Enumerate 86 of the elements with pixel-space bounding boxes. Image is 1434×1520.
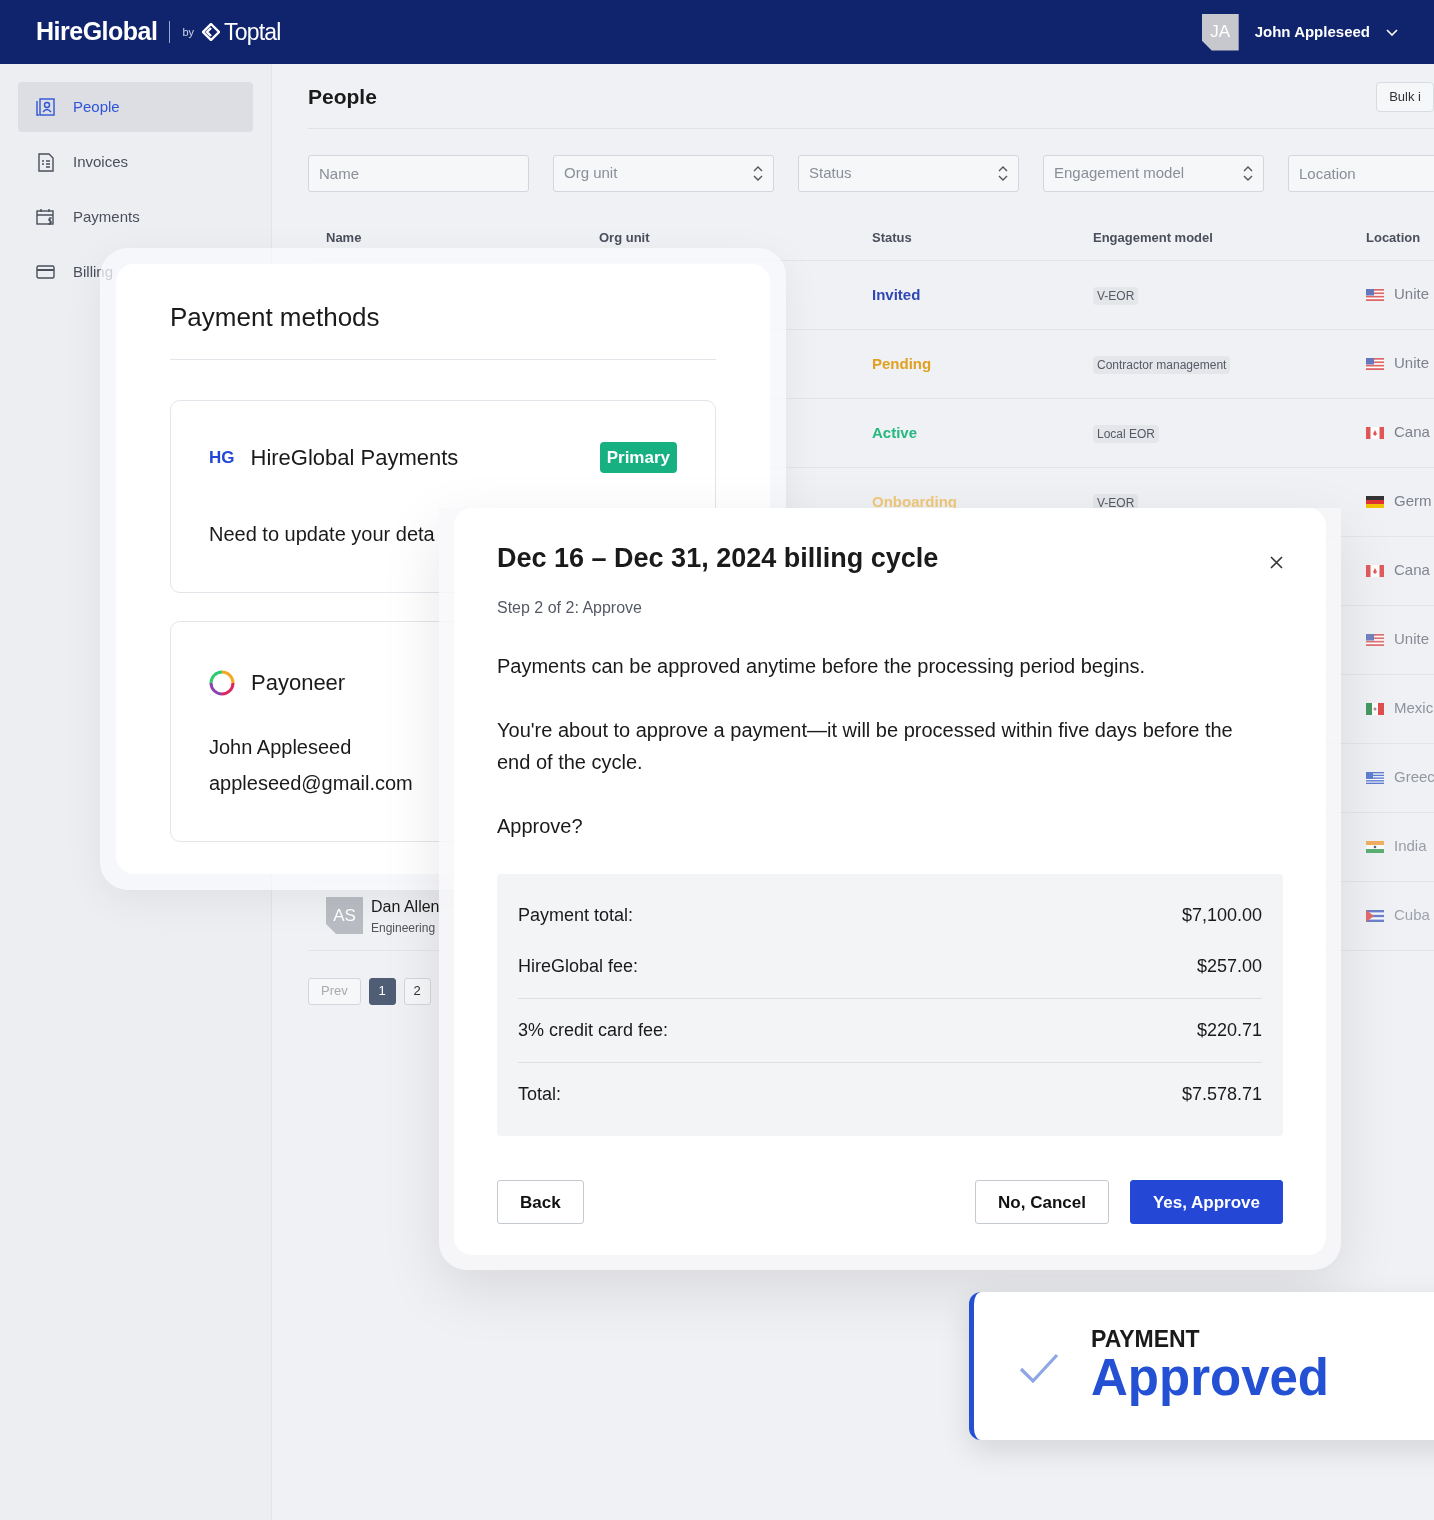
- column-header: Status: [872, 228, 913, 247]
- sidebar-item[interactable]: People: [18, 82, 253, 132]
- modal-text: Payments can be approved anytime before the processing period begins.: [497, 654, 1147, 680]
- calendar-dollar-icon: [36, 207, 55, 227]
- hireglobal-logo: HG: [209, 446, 235, 469]
- flag-icon: [1366, 357, 1384, 370]
- approve-button[interactable]: Yes, Approve: [1129, 1180, 1283, 1225]
- toptal-logo-icon: [202, 23, 221, 41]
- modal-text: You're about to approve a payment—it will be processed within five days before the end of the cycle.: [497, 718, 1234, 776]
- summary-label: Payment total:: [518, 904, 634, 928]
- location-text: Mexic: [1394, 698, 1434, 719]
- updown-chevron-icon: [998, 165, 1008, 181]
- status-text: Invited: [872, 285, 921, 303]
- method-detail: Need to update your deta: [209, 522, 435, 548]
- method-name: Payoneer: [251, 669, 346, 698]
- method-name: HireGlobal Payments: [250, 444, 459, 473]
- flag-icon: [1366, 495, 1384, 508]
- person-avatar: AS: [326, 897, 363, 934]
- location-text: Unite: [1394, 284, 1430, 305]
- location-text: India: [1394, 836, 1427, 857]
- page-button[interactable]: 1: [368, 977, 396, 1005]
- status-text: Active: [872, 423, 918, 441]
- sidebar-item[interactable]: Invoices: [18, 137, 147, 187]
- summary-label: 3% credit card fee:: [518, 1019, 669, 1043]
- engagement-tag: Local EOR: [1093, 424, 1160, 443]
- location-text: Germ: [1394, 491, 1432, 512]
- credit-card-icon: [36, 262, 55, 282]
- method-detail: John Appleseed: [209, 735, 352, 761]
- modal-text: Approve?: [497, 814, 584, 840]
- summary-label: HireGlobal fee:: [518, 955, 639, 979]
- sidebar-item[interactable]: Payments: [18, 192, 158, 242]
- back-button[interactable]: Back: [497, 1180, 584, 1225]
- location-text: Unite: [1394, 629, 1430, 650]
- person-title: Engineering: [371, 919, 437, 937]
- flag-icon: [1366, 909, 1384, 922]
- close-icon: [1270, 556, 1283, 570]
- summary-value: $257.00: [1196, 955, 1262, 979]
- bulk-button[interactable]: Bulk i: [1376, 82, 1434, 112]
- location-text: Unite: [1394, 353, 1430, 374]
- flag-icon: [1366, 426, 1384, 439]
- location-text: Cana: [1394, 422, 1430, 443]
- flag-icon: [1366, 288, 1384, 301]
- user-avatar: JA: [1201, 13, 1239, 51]
- page-button[interactable]: 2: [403, 977, 431, 1005]
- summary-value: $7.578.71: [1181, 1083, 1262, 1107]
- chevron-down-icon: [1386, 28, 1398, 36]
- status-text: Onboarding: [872, 492, 957, 510]
- modal-title: Dec 16 – Dec 31, 2024 billing cycle: [497, 542, 939, 575]
- page-title: People: [308, 84, 377, 110]
- column-header: Org unit: [599, 228, 651, 247]
- flag-icon: [1366, 564, 1384, 577]
- by-label: by: [182, 24, 195, 40]
- user-menu[interactable]: John Appleseed: [1254, 20, 1398, 44]
- notification-label: PAYMENT: [1091, 1327, 1201, 1351]
- ring-logo-icon: [209, 669, 235, 696]
- brand-logo[interactable]: HireGlobal: [36, 13, 158, 51]
- engagement-tag: Contractor management: [1093, 355, 1231, 374]
- location-text: Cana: [1394, 560, 1430, 581]
- flag-icon: [1366, 840, 1384, 853]
- column-header: Name: [326, 228, 363, 247]
- input-field[interactable]: Name: [308, 154, 529, 192]
- flag-icon: [1366, 633, 1384, 646]
- contact-card-icon: [36, 97, 55, 117]
- location-text: Greec: [1394, 767, 1434, 788]
- partner-logo: Toptal: [224, 17, 281, 47]
- summary-value: $7,100.00: [1181, 904, 1262, 928]
- notification-title: Approved: [1091, 1350, 1330, 1405]
- person-name: Dan Allen: [371, 896, 440, 917]
- column-header: Location: [1366, 228, 1422, 247]
- step-label: Step 2 of 2: Approve: [497, 598, 643, 619]
- summary-label: Total:: [518, 1083, 562, 1107]
- updown-chevron-icon: [753, 165, 763, 181]
- column-header: Engagement model: [1093, 228, 1214, 247]
- panel-title: Payment methods: [170, 302, 381, 334]
- flag-icon: [1366, 702, 1384, 715]
- primary-badge: Primary: [599, 441, 677, 474]
- summary-value: $220.71: [1196, 1019, 1262, 1043]
- status-text: Pending: [872, 354, 932, 372]
- flag-icon: [1366, 771, 1384, 784]
- method-detail: appleseed@gmail.com: [209, 771, 413, 797]
- updown-chevron-icon: [1243, 165, 1253, 181]
- cancel-button[interactable]: No, Cancel: [975, 1180, 1109, 1225]
- engagement-tag: V-EOR: [1093, 286, 1139, 305]
- document-icon: [36, 152, 55, 172]
- location-text: Cuba: [1394, 905, 1430, 926]
- input-field[interactable]: Location: [1288, 154, 1434, 192]
